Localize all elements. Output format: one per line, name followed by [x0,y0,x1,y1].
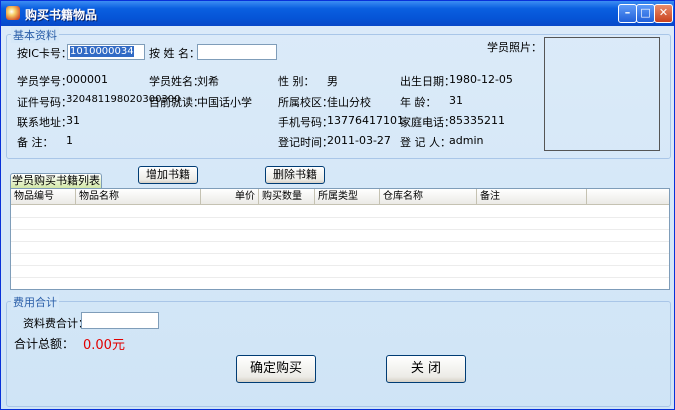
age-label: 年 龄： [400,96,437,109]
close-button[interactable]: 关 闭 [386,355,466,383]
address-value: 31 [66,114,80,127]
student-photo [544,37,660,151]
phone-label: 家庭电话： [400,116,455,129]
close-window-button[interactable]: ✕ [654,4,673,23]
material-fee-input[interactable] [81,312,159,329]
campus-value: 佳山分校 [327,96,371,109]
minimize-button[interactable]: – [618,4,637,23]
name-search-input[interactable] [197,44,277,60]
maximize-icon: □ [640,6,651,19]
ic-card-value: 1010000034 [70,46,134,57]
fees-title: 费用合计 [11,294,59,310]
photo-label: 学员照片： [487,41,542,54]
col-remark[interactable]: 备注 [477,189,587,204]
campus-label: 所属校区： [278,96,333,109]
close-icon: ✕ [658,6,669,19]
student-name-value: 刘希 [197,75,219,88]
col-unit-price[interactable]: 单价 [201,189,259,204]
minimize-icon: – [624,6,631,19]
reg-time-value: 2011-03-27 [327,134,391,147]
grid-line [11,229,669,230]
col-type[interactable]: 所属类型 [315,189,380,204]
registrar-label: 登 记 人： [400,136,451,149]
confirm-purchase-button[interactable]: 确定购买 [236,355,316,383]
id-no-label: 证件号码： [17,96,72,109]
search-name-label: 按 姓 名： [149,47,200,60]
grid-line [11,265,669,266]
col-item-no[interactable]: 物品编号 [11,189,76,204]
gender-value: 男 [327,75,338,88]
total-label: 合计总额： [14,337,75,351]
student-name-label: 学员姓名： [149,75,204,88]
grid-line [11,241,669,242]
note-value: 1 [66,134,73,147]
phone-value: 85335211 [449,114,505,127]
birth-value: 1980-12-05 [449,73,513,86]
purchase-books-window: 购买书籍物品 – □ ✕ 基本资料 按IC卡号： 1010000034 按 姓 … [0,0,675,410]
delete-book-button[interactable]: 删除书籍 [265,166,325,184]
student-no-value: 000001 [66,73,108,86]
grid-line [11,253,669,254]
col-quantity[interactable]: 购买数量 [259,189,315,204]
current-school-label: 目前就读： [149,96,204,109]
current-school-value: 中国话小学 [197,96,252,109]
registrar-value: admin [449,134,484,147]
maximize-button[interactable]: □ [636,4,655,23]
address-label: 联系地址： [17,116,72,129]
grid-line [11,277,669,278]
gender-label: 性 别： [278,75,315,88]
grid-header: 物品编号 物品名称 单价 购买数量 所属类型 仓库名称 备注 [11,189,669,205]
title-bar[interactable]: 购买书籍物品 – □ ✕ [1,1,674,26]
col-item-name[interactable]: 物品名称 [76,189,201,204]
material-fee-label: 资料费合计： [23,317,89,330]
grid-line [11,217,669,218]
tab-book-list[interactable]: 学员购买书籍列表 [10,173,102,189]
age-value: 31 [449,94,463,107]
mobile-value: 13776417101 [327,114,404,127]
book-list-grid[interactable]: 物品编号 物品名称 单价 购买数量 所属类型 仓库名称 备注 [10,188,670,290]
ic-card-input[interactable]: 1010000034 [67,44,145,60]
col-warehouse[interactable]: 仓库名称 [380,189,477,204]
note-label: 备 注： [17,136,54,149]
mobile-label: 手机号码： [278,116,333,129]
app-icon [6,6,20,20]
add-book-button[interactable]: 增加书籍 [138,166,198,184]
birth-label: 出生日期： [400,75,455,88]
window-title: 购买书籍物品 [25,8,98,22]
total-amount: 0.00元 [83,338,125,353]
basic-info-title: 基本资料 [11,27,59,43]
student-no-label: 学员学号： [17,75,72,88]
reg-time-label: 登记时间： [278,136,333,149]
search-card-label: 按IC卡号： [17,47,72,60]
